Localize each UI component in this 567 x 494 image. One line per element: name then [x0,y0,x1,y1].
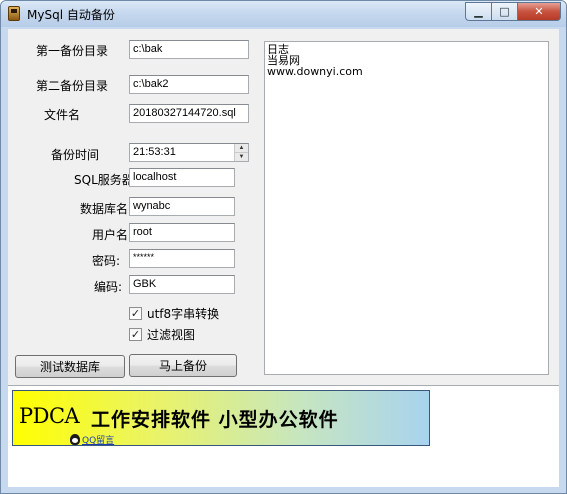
utf8-convert-checkbox[interactable]: ✓ utf8字串转换 [129,305,219,322]
spin-down-icon[interactable]: ▼ [235,152,248,160]
password-label: 密码: [92,254,121,268]
backup-time-value: 21:53:31 [133,146,176,158]
title-bar[interactable]: MySql 自动备份 ▁ □ ✕ [1,1,566,27]
password-input[interactable]: ****** [129,249,235,268]
database-input[interactable]: wynabc [129,197,235,216]
banner-text: 工作安排软件 小型办公软件 [91,409,339,431]
backup-dir2-label: 第二备份目录 [36,79,109,93]
username-label: 用户名: [92,228,133,242]
qq-link-label: QQ留言 [82,436,115,446]
close-button[interactable]: ✕ [517,2,561,21]
close-icon: ✕ [534,5,544,18]
backup-dir2-input[interactable]: c:\bak2 [129,75,249,94]
file-name-label: 文件名 [44,108,81,122]
backup-now-button[interactable]: 马上备份 [129,354,237,377]
log-line: www.downyi.com [267,65,363,78]
database-label: 数据库名: [80,202,133,216]
spin-up-icon[interactable]: ▲ [235,144,248,152]
backup-time-picker[interactable]: 21:53:31 ▲ ▼ [129,143,249,162]
check-icon: ✓ [129,307,142,320]
backup-dir1-label: 第一备份目录 [36,44,109,58]
sql-server-input[interactable]: localhost [129,168,235,187]
maximize-icon: □ [499,5,510,18]
qq-icon [70,434,80,445]
utf8-convert-label: utf8字串转换 [147,307,220,321]
qq-message-link[interactable]: QQ留言 [70,433,114,446]
file-name-input[interactable]: 20180327144720.sql [129,104,249,123]
minimize-icon: ▁ [474,5,483,18]
log-textarea[interactable]: 日志 当易网 www.downyi.com [264,41,549,375]
window-title: MySql 自动备份 [27,8,115,22]
filter-views-label: 过滤视图 [147,328,196,342]
window-controls: ▁ □ ✕ [465,2,561,21]
filter-views-checkbox[interactable]: ✓ 过滤视图 [129,326,195,343]
time-spinner[interactable]: ▲ ▼ [234,144,248,161]
app-window: MySql 自动备份 ▁ □ ✕ 第一备份目录 c:\bak 第二备份目录 c:… [0,0,567,494]
minimize-button[interactable]: ▁ [465,2,491,21]
banner-brand: PDCA [19,404,80,428]
app-icon [8,6,20,21]
encoding-label: 编码: [94,280,123,294]
ad-panel: PDCA 工作安排软件 小型办公软件 QQ留言 [8,385,559,487]
client-area: 第一备份目录 c:\bak 第二备份目录 c:\bak2 文件名 2018032… [8,29,559,487]
encoding-input[interactable]: GBK [129,275,235,294]
backup-dir1-input[interactable]: c:\bak [129,40,249,59]
check-icon: ✓ [129,328,142,341]
backup-time-label: 备份时间 [51,148,100,162]
ad-banner[interactable]: PDCA 工作安排软件 小型办公软件 QQ留言 [12,390,430,446]
log-line: 日志 [267,43,289,56]
test-database-button[interactable]: 测试数据库 [15,355,125,378]
username-input[interactable]: root [129,223,235,242]
maximize-button[interactable]: □ [491,2,517,21]
